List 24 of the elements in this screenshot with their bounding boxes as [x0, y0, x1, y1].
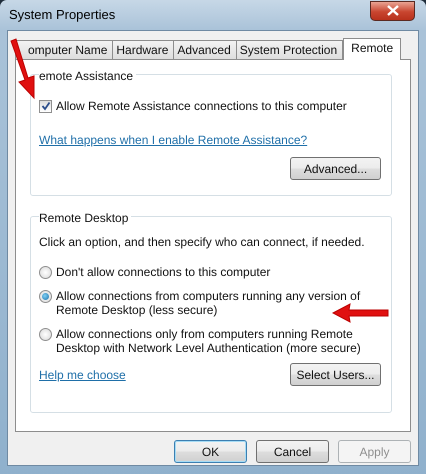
tab[interactable]: System Protection: [236, 40, 344, 60]
radio-label: Allow connections only from computers running Remote Desktop with Network Level Authentication (more secure): [56, 327, 361, 355]
checkbox-label: Allow Remote Assistance connections to this computer: [56, 98, 347, 115]
checkbox[interactable]: [39, 100, 52, 112]
window-title: System Properties: [8, 6, 116, 24]
tab[interactable]: Advanced: [173, 40, 237, 60]
dialog-button[interactable]: Cancel: [256, 440, 329, 463]
tab[interactable]: Hardware: [112, 40, 174, 60]
help-link[interactable]: Help me choose: [39, 366, 126, 384]
close-button[interactable]: [370, 0, 415, 20]
advanced-button[interactable]: Advanced...: [290, 157, 381, 180]
select-users-button[interactable]: Select Users...: [290, 363, 381, 386]
tab[interactable]: Remote: [343, 38, 402, 60]
radio-label: Don't allow connections to this computer: [56, 265, 270, 279]
radio-button[interactable]: [39, 290, 52, 303]
close-icon: [386, 5, 398, 16]
radio-button[interactable]: [39, 328, 52, 341]
arrow-icon: [332, 303, 390, 323]
dialog-button[interactable]: OK: [174, 440, 247, 463]
radio-button[interactable]: [39, 266, 52, 279]
tab[interactable]: omputer Name: [15, 40, 114, 60]
instruction-text: Click an option, and then specify who can connect, if needed.: [39, 234, 366, 251]
radio-label: Allow connections from computers running any version of Remote Desktop (less secure): [56, 289, 360, 317]
help-link[interactable]: What happens when I enable Remote Assistance?: [39, 133, 308, 147]
